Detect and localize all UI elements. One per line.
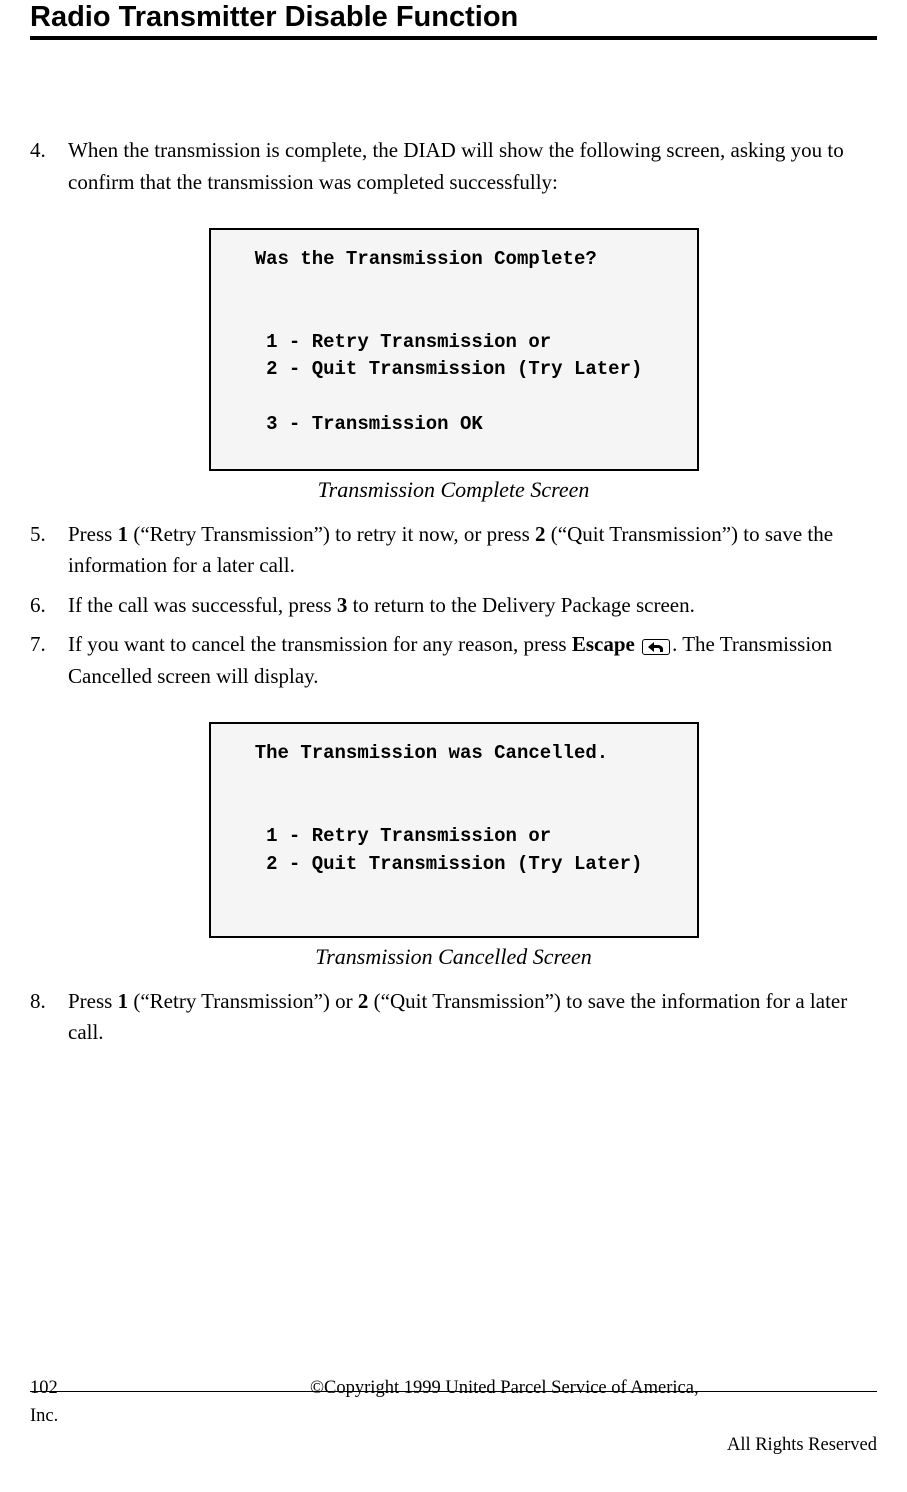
step-5: 5. Press 1 (“Retry Transmission”) to ret… [30, 519, 877, 582]
transmission-cancelled-screen: The Transmission was Cancelled. 1 - Retr… [209, 722, 699, 937]
step-6-num: 6. [30, 590, 68, 622]
step-5-num: 5. [30, 519, 68, 582]
copyright-inc: Inc. [30, 1403, 877, 1431]
step-8: 8. Press 1 (“Retry Transmission”) or 2 (… [30, 986, 877, 1049]
screen1-opt2: 2 - Quit Transmission (Try Later) [221, 358, 643, 380]
step-7: 7. If you want to cancel the transmissio… [30, 629, 877, 692]
step-4-text: When the transmission is complete, the D… [68, 135, 877, 198]
screen2-caption: Transmission Cancelled Screen [30, 944, 877, 970]
step-6-text: If the call was successful, press 3 to r… [68, 590, 877, 622]
screen1-opt3: 3 - Transmission OK [221, 413, 483, 435]
escape-icon [642, 639, 670, 655]
step-5-text: Press 1 (“Retry Transmission”) to retry … [68, 519, 877, 582]
main-content: 4. When the transmission is complete, th… [30, 40, 877, 1049]
screen2-opt2: 2 - Quit Transmission (Try Later) [221, 853, 643, 875]
step-4-num: 4. [30, 135, 68, 198]
screen2-title: The Transmission was Cancelled. [221, 742, 609, 764]
screen1-caption: Transmission Complete Screen [30, 477, 877, 503]
step-8-num: 8. [30, 986, 68, 1049]
copyright-text: ©Copyright 1999 United Parcel Service of… [90, 1375, 699, 1403]
screen1-title: Was the Transmission Complete? [221, 248, 597, 270]
transmission-complete-screen: Was the Transmission Complete? 1 - Retry… [209, 228, 699, 471]
step-7-text: If you want to cancel the transmission f… [68, 629, 877, 692]
screen1-opt1: 1 - Retry Transmission or [221, 331, 552, 353]
step-8-text: Press 1 (“Retry Transmission”) or 2 (“Qu… [68, 986, 877, 1049]
rights-reserved: All Rights Reserved [30, 1432, 877, 1460]
screen2-opt1: 1 - Retry Transmission or [221, 825, 552, 847]
step-6: 6. If the call was successful, press 3 t… [30, 590, 877, 622]
step-4: 4. When the transmission is complete, th… [30, 135, 877, 198]
step-7-num: 7. [30, 629, 68, 692]
page-title: Radio Transmitter Disable Function [30, 0, 877, 36]
page-number: 102 [30, 1375, 90, 1403]
footer: 102 ©Copyright 1999 United Parcel Servic… [30, 1375, 877, 1460]
